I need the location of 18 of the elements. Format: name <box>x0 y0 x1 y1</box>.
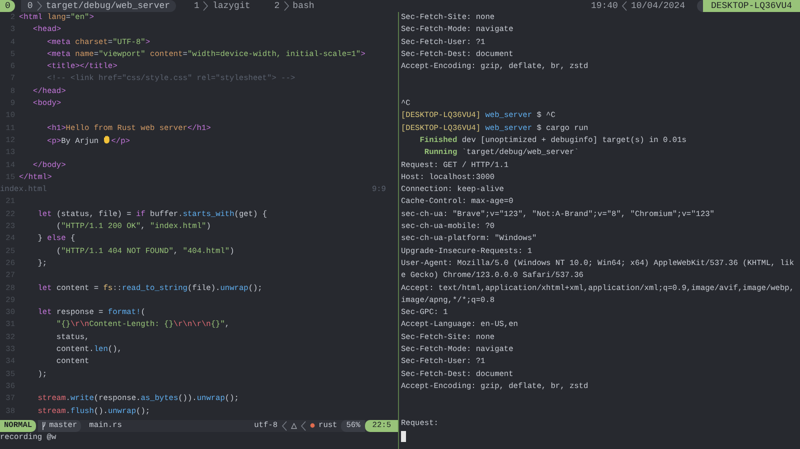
chevron-left-icon <box>622 1 627 11</box>
chevron-left-icon <box>282 420 287 431</box>
window-tab[interactable]: 2 bash <box>268 0 320 12</box>
chevron-right-icon <box>284 1 289 11</box>
session-badge: 0 <box>0 0 16 12</box>
hand-icon <box>103 134 112 144</box>
chevron-left-icon <box>300 420 306 431</box>
host-badge: DESKTOP-LQ36VU4 <box>696 0 800 12</box>
clock-time: 19:40 <box>590 0 618 12</box>
window-tab[interactable]: 1 lazygit <box>188 0 256 12</box>
branch-icon <box>42 422 46 430</box>
chevron-right-icon <box>203 1 208 11</box>
chevron-right-icon <box>36 1 42 11</box>
triangle-icon <box>290 422 297 429</box>
terminal-cursor <box>401 430 406 442</box>
dot-icon <box>310 423 315 428</box>
date-text: 10/04/2024 <box>630 0 685 12</box>
window-tab[interactable]: 0 target/debug/web_server <box>21 0 176 12</box>
